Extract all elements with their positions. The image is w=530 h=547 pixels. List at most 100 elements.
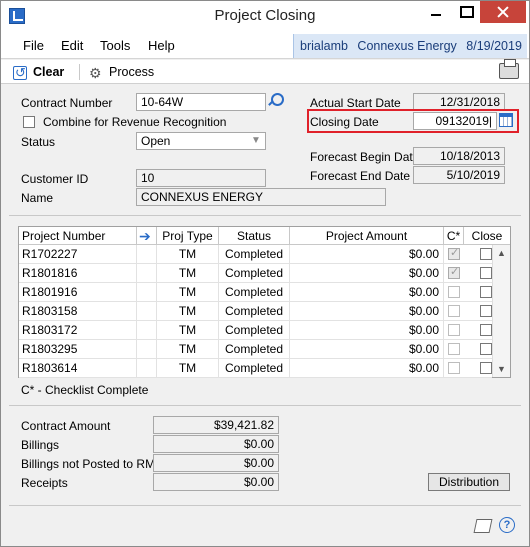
cell-proj-type: TM (157, 283, 219, 302)
close-checkbox[interactable] (480, 286, 492, 298)
closing-date-input[interactable]: 09132019| (413, 112, 497, 130)
maximize-button[interactable] (451, 1, 479, 23)
user-info-bar: brialamb Connexus Energy 8/19/2019 (293, 34, 527, 58)
billings-label: Billings (21, 438, 60, 452)
table-row[interactable]: R1702227 TM Completed $0.00 (19, 245, 492, 264)
col-header-status[interactable]: Status (219, 227, 290, 245)
scroll-up-icon[interactable]: ▲ (493, 245, 510, 261)
cell-project-amount: $0.00 (290, 264, 444, 283)
menu-edit[interactable]: Edit (61, 38, 83, 53)
clear-button[interactable]: Clear (13, 62, 65, 83)
checklist-checkbox (448, 246, 460, 260)
cell-expand (137, 340, 157, 359)
col-header-checklist[interactable]: C* (444, 227, 464, 245)
col-header-close[interactable]: Close (464, 227, 510, 245)
checklist-checkbox (448, 343, 460, 355)
cell-proj-type: TM (157, 340, 219, 359)
note-icon[interactable] (473, 519, 493, 533)
col-header-project-amount[interactable]: Project Amount (290, 227, 444, 245)
cell-expand (137, 302, 157, 321)
cell-project-number: R1803614 (19, 359, 137, 378)
cell-project-amount: $0.00 (290, 283, 444, 302)
help-icon[interactable]: ? (499, 517, 515, 533)
forecast-begin-field: 10/18/2013 (413, 147, 505, 165)
cell-proj-type: TM (157, 302, 219, 321)
status-value: Open (141, 134, 171, 148)
toolbar: Clear Process (1, 59, 529, 84)
table-row[interactable]: R1803158 TM Completed $0.00 (19, 302, 492, 321)
status-select[interactable]: Open ▼ (136, 132, 266, 150)
table-row[interactable]: R1803172 TM Completed $0.00 (19, 321, 492, 340)
cell-project-number: R1803172 (19, 321, 137, 340)
close-checkbox[interactable] (480, 267, 492, 279)
cell-status: Completed (219, 245, 290, 264)
customer-id-field: 10 (136, 169, 266, 187)
checklist-checkbox (448, 265, 460, 279)
process-button[interactable]: Process (89, 62, 155, 83)
table-row[interactable]: R1801916 TM Completed $0.00 (19, 283, 492, 302)
combine-revenue-checkbox[interactable] (23, 116, 35, 128)
minimize-button[interactable] (422, 1, 450, 23)
projects-grid: Project Number ➔ Proj Type Status Projec… (18, 226, 511, 378)
scroll-down-icon[interactable]: ▼ (493, 361, 510, 377)
col-header-expand[interactable]: ➔ (137, 227, 157, 245)
close-checkbox[interactable] (480, 248, 492, 260)
chevron-down-icon: ▼ (251, 135, 261, 146)
menu-file[interactable]: File (23, 38, 44, 53)
checklist-checkbox (448, 362, 460, 374)
cell-status: Completed (219, 359, 290, 378)
clear-icon (13, 63, 27, 83)
section-divider (9, 215, 521, 216)
menu-help[interactable]: Help (148, 38, 175, 53)
process-label: Process (109, 65, 155, 79)
cell-expand (137, 283, 157, 302)
col-header-project-number[interactable]: Project Number (19, 227, 137, 245)
cell-project-amount: $0.00 (290, 245, 444, 264)
cell-expand (137, 321, 157, 340)
close-checkbox[interactable] (480, 305, 492, 317)
close-checkbox[interactable] (480, 343, 492, 355)
cell-project-amount: $0.00 (290, 340, 444, 359)
receipts-field: $0.00 (153, 473, 279, 491)
closing-date-label: Closing Date (310, 115, 379, 129)
table-row[interactable]: R1803614 TM Completed $0.00 (19, 359, 492, 378)
cell-project-number: R1801816 (19, 264, 137, 283)
col-header-proj-type[interactable]: Proj Type (157, 227, 219, 245)
customer-name-field: CONNEXUS ENERGY (136, 188, 386, 206)
cell-project-amount: $0.00 (290, 321, 444, 340)
cell-status: Completed (219, 302, 290, 321)
cell-project-amount: $0.00 (290, 359, 444, 378)
menu-tools[interactable]: Tools (100, 38, 130, 53)
checklist-checkbox (448, 286, 460, 298)
cell-proj-type: TM (157, 359, 219, 378)
close-checkbox[interactable] (480, 324, 492, 336)
table-row[interactable]: R1801816 TM Completed $0.00 (19, 264, 492, 283)
arrow-right-icon: ➔ (139, 228, 151, 244)
printer-icon[interactable] (499, 59, 519, 79)
cell-status: Completed (219, 340, 290, 359)
close-checkbox[interactable] (480, 362, 492, 374)
user-date: 8/19/2019 (466, 39, 522, 53)
forecast-begin-label: Forecast Begin Date (310, 150, 420, 164)
checklist-checkbox (448, 324, 460, 336)
cell-expand (137, 264, 157, 283)
cell-project-amount: $0.00 (290, 302, 444, 321)
cell-status: Completed (219, 283, 290, 302)
contract-amount-label: Contract Amount (21, 419, 111, 433)
distribution-button[interactable]: Distribution (428, 473, 510, 491)
table-row[interactable]: R1803295 TM Completed $0.00 (19, 340, 492, 359)
footer-divider (9, 505, 521, 506)
billings-field: $0.00 (153, 435, 279, 453)
cell-project-number: R1702227 (19, 245, 137, 264)
cell-status: Completed (219, 264, 290, 283)
actual-start-label: Actual Start Date (310, 96, 401, 110)
summary-divider (9, 405, 521, 406)
contract-number-field[interactable]: 10-64W (136, 93, 266, 111)
close-button[interactable] (480, 1, 526, 23)
grid-scrollbar[interactable]: ▲ ▼ (492, 245, 510, 377)
clear-label: Clear (33, 65, 65, 79)
lookup-icon[interactable] (266, 92, 284, 110)
company-name: Connexus Energy (357, 39, 457, 53)
cell-project-number: R1801916 (19, 283, 137, 302)
calendar-icon[interactable] (499, 113, 513, 127)
